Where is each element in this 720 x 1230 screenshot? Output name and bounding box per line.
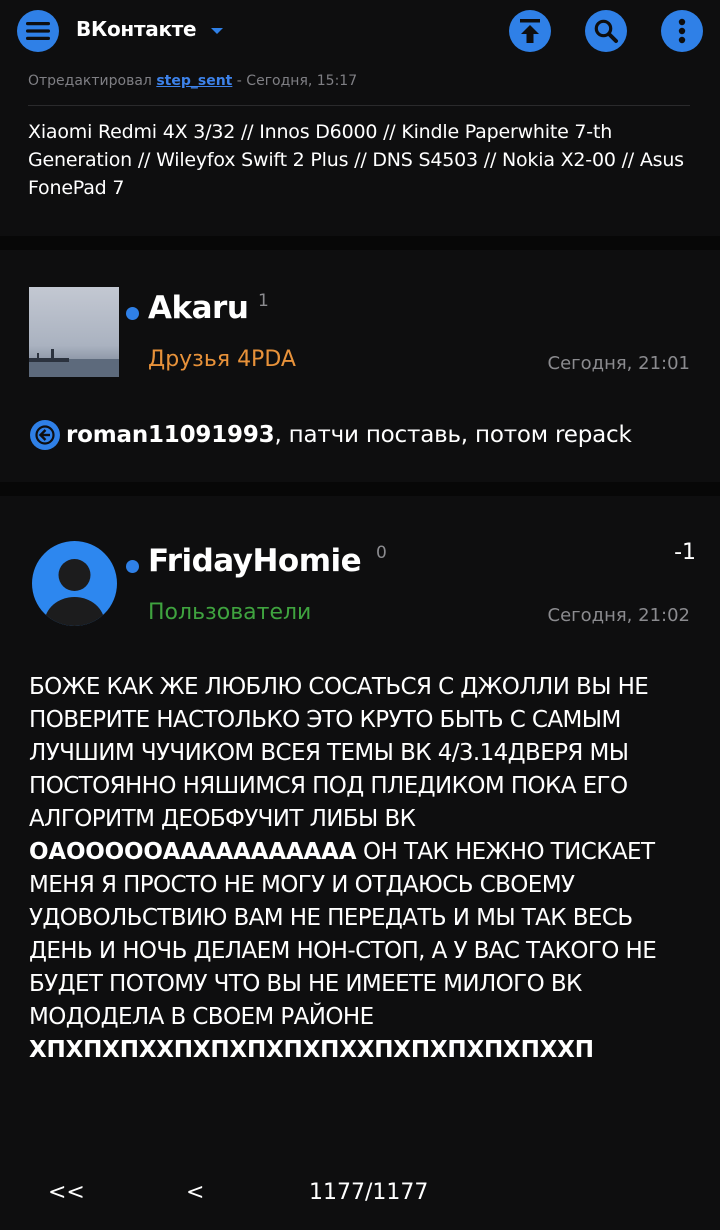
post-body: roman11091993, патчи поставь, потом repa… — [30, 420, 632, 450]
avatar[interactable] — [29, 287, 119, 377]
reply-arrow-icon[interactable] — [30, 420, 60, 450]
more-vertical-icon — [678, 18, 686, 44]
signature-divider — [28, 105, 690, 106]
post-rating[interactable]: -1 — [660, 540, 696, 565]
scroll-to-top-button[interactable] — [509, 10, 551, 52]
edited-by-label: Отредактировал — [28, 73, 152, 89]
prev-page-button[interactable]: < — [186, 1180, 204, 1205]
reply-mention-link[interactable]: roman11091993 — [66, 422, 275, 448]
user-group: Пользователи — [148, 600, 312, 625]
post-time: Сегодня, 21:01 — [547, 353, 690, 374]
post-time: Сегодня, 21:02 — [547, 605, 690, 626]
user-group: Друзья 4PDA — [148, 347, 296, 372]
chevron-down-icon[interactable] — [209, 26, 225, 36]
pagination: << < 1177/1177 — [0, 1176, 720, 1216]
first-page-button[interactable]: << — [48, 1180, 85, 1205]
page-indicator[interactable]: 1177/1177 — [309, 1180, 428, 1205]
edited-by-line: Отредактировал step_sent - Сегодня, 15:1… — [28, 73, 357, 89]
post-author[interactable]: Akaru — [148, 290, 249, 326]
post-text: ОН ТАК НЕЖНО ТИСКАЕТ МЕНЯ Я ПРОСТО НЕ МО… — [29, 839, 657, 1030]
avatar-photo-image — [29, 287, 119, 377]
post-text: БОЖЕ КАК ЖЕ ЛЮБЛЮ СОСАТЬСЯ С ДЖОЛЛИ ВЫ Н… — [29, 674, 649, 832]
post-text: , патчи поставь, потом repack — [274, 422, 632, 448]
app-title[interactable]: ВКонтакте — [76, 17, 197, 41]
menu-button[interactable] — [17, 10, 59, 52]
post-separator — [0, 236, 720, 250]
avatar[interactable] — [32, 541, 117, 626]
reputation-count[interactable]: 0 — [376, 543, 387, 563]
post-separator — [0, 482, 720, 496]
user-signature: Xiaomi Redmi 4X 3/32 // Innos D6000 // K… — [28, 121, 684, 199]
post-text-bold: ХПХПХПХХПХПХПХПХПХХПХПХПХПХПХХП — [29, 1037, 594, 1063]
menu-icon — [26, 22, 50, 40]
default-user-icon — [44, 559, 105, 626]
edited-time: - Сегодня, 15:17 — [232, 73, 358, 89]
scroll-to-top-icon — [520, 19, 540, 43]
reputation-count[interactable]: 1 — [258, 291, 269, 311]
online-status-dot — [126, 307, 139, 320]
top-bar: ВКонтакте — [0, 0, 720, 64]
search-button[interactable] — [585, 10, 627, 52]
editor-user-link[interactable]: step_sent — [156, 73, 232, 89]
search-icon — [594, 19, 618, 43]
online-status-dot — [126, 560, 139, 573]
more-options-button[interactable] — [661, 10, 703, 52]
post-text-bold: ОАОООООААААААААААА — [29, 839, 357, 865]
post-author[interactable]: FridayHomie — [148, 543, 362, 579]
post-body: БОЖЕ КАК ЖЕ ЛЮБЛЮ СОСАТЬСЯ С ДЖОЛЛИ ВЫ Н… — [29, 671, 701, 1067]
